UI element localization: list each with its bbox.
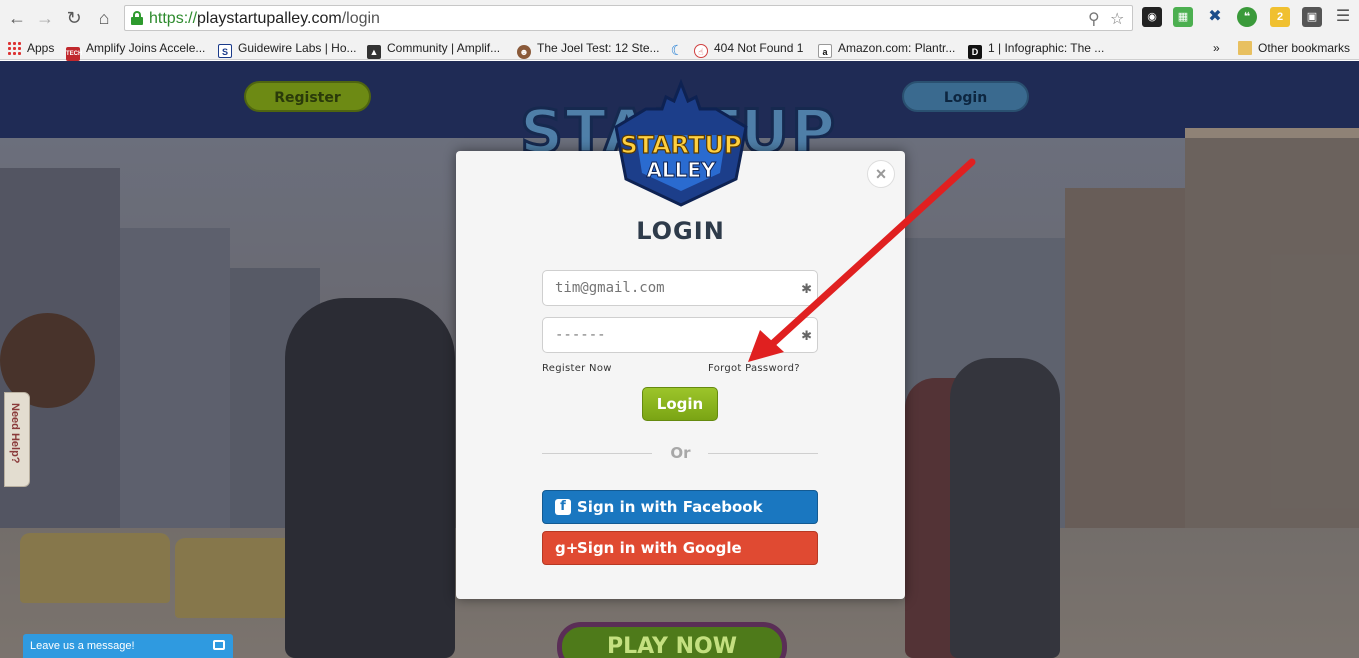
bookmark-item[interactable]: a Amazon.com: Plantr...: [818, 39, 956, 58]
extension-x-icon[interactable]: ✖: [1205, 7, 1225, 27]
login-button[interactable]: Login: [642, 387, 718, 421]
person-favicon-icon: ☻: [517, 45, 531, 59]
tech-favicon-icon: TECH: [66, 47, 82, 61]
required-asterisk-icon: ✱: [801, 328, 812, 343]
other-bookmarks[interactable]: Other bookmarks: [1238, 39, 1350, 57]
logo-top-text: STARTUP: [620, 131, 741, 159]
other-bookmarks-label: Other bookmarks: [1258, 41, 1351, 55]
address-bar[interactable]: https://playstartupalley.com/login ⚲ ☆: [124, 5, 1133, 31]
url-host: playstartupalley.com: [197, 10, 342, 27]
email-input[interactable]: [555, 278, 795, 298]
s-favicon-icon: S: [218, 44, 232, 58]
extension-screen-icon[interactable]: ▣: [1302, 7, 1322, 27]
need-help-label: Need Help?: [9, 403, 21, 464]
bookmark-label: Guidewire Labs | Ho...: [238, 41, 357, 55]
facebook-signin-label: Sign in with Facebook: [577, 498, 763, 516]
logo-bottom-text: ALLEY: [646, 158, 716, 182]
close-button[interactable]: ×: [867, 160, 895, 188]
search-icon[interactable]: ⚲: [1088, 9, 1100, 29]
amazon-favicon-icon: a: [818, 44, 832, 58]
password-field[interactable]: ✱: [542, 317, 818, 353]
bookmarks-bar: Apps TECH Amplify Joins Accele... S Guidew…: [0, 36, 1359, 61]
extension-chart-icon[interactable]: ▦: [1173, 7, 1193, 27]
moon-favicon-icon: ☾: [670, 42, 684, 58]
home-icon[interactable]: ⌂: [93, 8, 115, 28]
bookmark-label: 404 Not Found 1: [714, 41, 804, 55]
header-login-button[interactable]: Login: [902, 81, 1029, 112]
extension-glasses-icon[interactable]: ◉: [1142, 7, 1162, 27]
forward-icon[interactable]: →: [34, 8, 56, 28]
google-plus-icon: g+: [555, 539, 579, 557]
bookmark-label: Amplify Joins Accele...: [86, 41, 206, 55]
triangle-favicon-icon: ▲: [367, 45, 381, 59]
bookmark-item[interactable]: S Guidewire Labs | Ho...: [218, 39, 357, 58]
play-now-button[interactable]: PLAY NOW: [557, 622, 787, 658]
menu-icon[interactable]: ☰: [1333, 7, 1353, 27]
apps-grid-icon: [7, 41, 21, 55]
bookmark-item[interactable]: ☻ The Joel Test: 12 Ste...: [517, 39, 660, 59]
back-icon[interactable]: ←: [6, 8, 28, 28]
overflow-label: »: [1213, 41, 1220, 55]
bookmark-item[interactable]: ▲ Community | Amplif...: [367, 39, 501, 59]
reload-icon[interactable]: ↻: [63, 8, 85, 28]
need-help-tab[interactable]: Need Help?: [4, 392, 30, 487]
browser-toolbar: ← → ↻ ⌂ https://playstartupalley.com/log…: [0, 0, 1359, 36]
bookmark-label: The Joel Test: 12 Ste...: [537, 41, 660, 55]
forgot-password-link[interactable]: Forgot Password?: [708, 363, 800, 374]
bookmark-label: Apps: [27, 41, 55, 55]
extension-badge-icon[interactable]: 2: [1270, 7, 1290, 27]
extension-badge-count: 2: [1276, 11, 1284, 23]
url-scheme: https://: [149, 10, 198, 27]
register-now-link[interactable]: Register Now: [542, 363, 612, 374]
page: Register Login STARTUP Need Help? PLAY N…: [0, 61, 1359, 658]
facebook-signin-button[interactable]: f Sign in with Facebook: [542, 490, 818, 524]
startup-alley-logo: STARTUP ALLEY: [614, 79, 748, 207]
folder-icon: [1238, 41, 1252, 55]
facebook-icon: f: [555, 499, 571, 515]
bookmark-label: 1 | Infographic: The ...: [988, 41, 1105, 55]
extension-chat-icon[interactable]: ❝: [1237, 7, 1257, 27]
hand-favicon-icon: ☝: [694, 44, 708, 58]
bookmarks-overflow[interactable]: »: [1213, 39, 1220, 57]
bookmark-label: Community | Amplif...: [387, 41, 501, 55]
or-divider-text: Or: [670, 444, 691, 462]
modal-title: LOGIN: [636, 217, 725, 245]
login-modal: STARTUP ALLEY × LOGIN ✱ ✱ Register Now F…: [456, 79, 905, 599]
password-input[interactable]: [555, 325, 795, 345]
star-icon[interactable]: ☆: [1110, 9, 1124, 29]
bookmark-item[interactable]: ☾: [670, 39, 690, 57]
chat-widget[interactable]: Leave us a message!: [23, 634, 233, 658]
bookmark-apps[interactable]: Apps: [7, 39, 54, 57]
bookmark-item[interactable]: D 1 | Infographic: The ...: [968, 39, 1105, 59]
email-field[interactable]: ✱: [542, 270, 818, 306]
required-asterisk-icon: ✱: [801, 281, 812, 296]
header-register-button[interactable]: Register: [244, 81, 371, 112]
google-signin-button[interactable]: g+ Sign in with Google: [542, 531, 818, 565]
url-path: /login: [341, 10, 380, 27]
divider-right: [708, 453, 818, 454]
google-signin-label: Sign in with Google: [577, 539, 742, 557]
lock-icon: [131, 11, 143, 25]
bookmark-item[interactable]: TECH Amplify Joins Accele...: [66, 39, 206, 61]
bookmark-item[interactable]: ☝ 404 Not Found 1: [694, 39, 804, 58]
chat-icon: [213, 640, 225, 650]
chat-label: Leave us a message!: [30, 640, 135, 652]
bookmark-label: Amazon.com: Plantr...: [838, 41, 956, 55]
url-text[interactable]: https://playstartupalley.com/login: [149, 10, 380, 28]
d-favicon-icon: D: [968, 45, 982, 59]
